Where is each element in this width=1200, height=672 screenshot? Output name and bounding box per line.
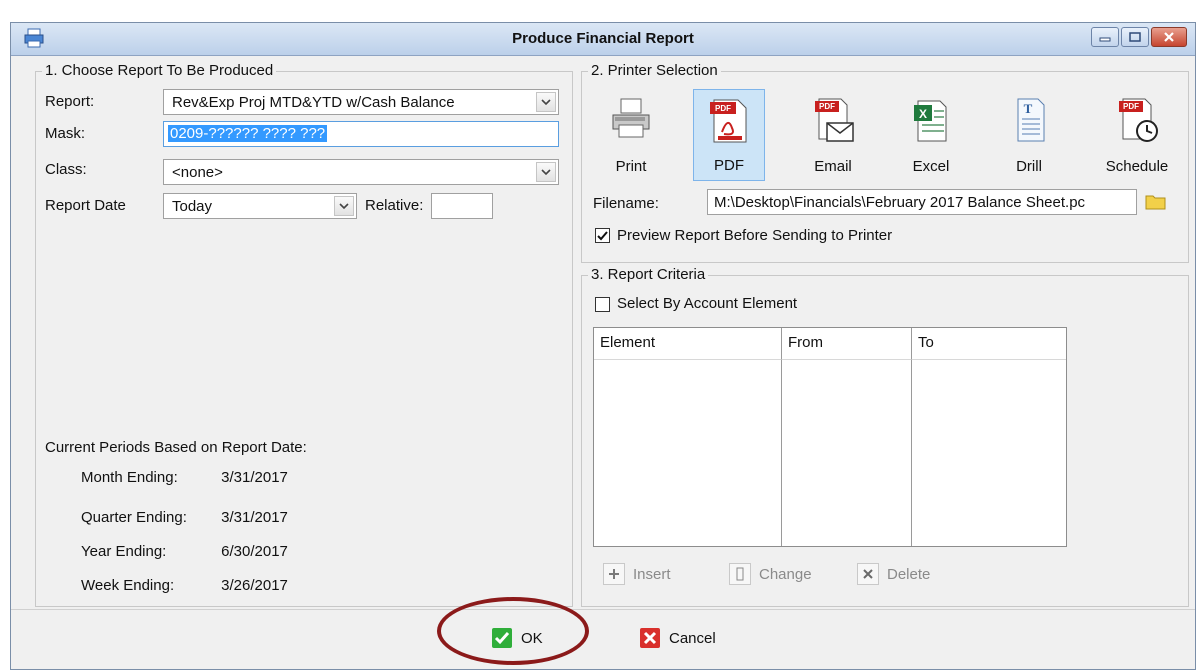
delete-icon <box>857 563 879 585</box>
maximize-icon <box>1129 32 1141 42</box>
minimize-button[interactable] <box>1091 27 1119 47</box>
column-header-element[interactable]: Element <box>594 328 782 360</box>
chevron-down-icon <box>339 202 349 209</box>
select-by-element-label: Select By Account Element <box>617 295 798 312</box>
change-icon <box>729 563 751 585</box>
report-date-value: Today <box>172 198 213 215</box>
filename-label: Filename: <box>593 195 659 212</box>
period-value: 3/31/2017 <box>221 509 288 526</box>
element-column <box>594 360 782 546</box>
svg-text:PDF: PDF <box>1123 102 1139 111</box>
excel-icon: X <box>914 100 947 142</box>
minimize-icon <box>1099 37 1111 42</box>
delete-button[interactable]: Delete <box>857 563 930 585</box>
print-button[interactable]: Print <box>595 89 667 181</box>
close-button[interactable] <box>1151 27 1187 47</box>
report-date-dropdown-button[interactable] <box>334 196 354 216</box>
ok-highlight-circle <box>437 597 589 665</box>
class-label: Class: <box>45 161 87 178</box>
report-date-label: Report Date <box>45 197 126 214</box>
filename-value: M:\Desktop\Financials\February 2017 Bala… <box>714 194 1086 211</box>
report-dropdown-button[interactable] <box>536 92 556 112</box>
report-label: Report: <box>45 93 95 110</box>
period-value: 6/30/2017 <box>221 543 288 560</box>
period-value: 3/26/2017 <box>221 577 288 594</box>
report-select[interactable]: Rev&Exp Proj MTD&YTD w/Cash Balance <box>163 89 559 115</box>
class-select[interactable]: <none> <box>163 159 559 185</box>
email-pdf-icon: PDF <box>815 98 854 142</box>
insert-button[interactable]: Insert <box>603 563 671 585</box>
period-label: Month Ending: <box>81 469 178 486</box>
excel-button[interactable]: X Excel <box>895 89 967 181</box>
title-bar: Produce Financial Report <box>11 23 1195 56</box>
period-row-quarter: Quarter Ending: 3/31/2017 <box>81 509 288 526</box>
printer-icon <box>612 98 650 138</box>
insert-label: Insert <box>633 565 671 583</box>
drill-button[interactable]: T Drill <box>993 89 1065 181</box>
pdf-icon: PDF <box>710 99 747 143</box>
class-select-value: <none> <box>172 164 223 181</box>
choose-report-legend: 1. Choose Report To Be Produced <box>42 62 277 79</box>
svg-text:T: T <box>1024 101 1033 116</box>
column-header-from[interactable]: From <box>782 328 912 360</box>
relative-input[interactable] <box>431 193 493 219</box>
checkmark-icon <box>597 231 608 241</box>
pdf-button[interactable]: PDF PDF <box>693 89 765 181</box>
period-row-year: Year Ending: 6/30/2017 <box>81 543 288 560</box>
chevron-down-icon <box>541 168 551 175</box>
mask-input[interactable]: 0209-?????? ???? ??? <box>163 121 559 147</box>
periods-heading: Current Periods Based on Report Date: <box>45 439 307 456</box>
mask-label: Mask: <box>45 125 86 142</box>
window-title: Produce Financial Report <box>512 30 694 47</box>
select-by-element-checkbox[interactable] <box>595 297 610 312</box>
schedule-button[interactable]: PDF Schedule <box>1093 89 1181 181</box>
change-label: Change <box>759 565 812 583</box>
preview-label: Preview Report Before Sending to Printer <box>617 227 893 244</box>
delete-label: Delete <box>887 565 931 583</box>
period-label: Quarter Ending: <box>81 509 187 526</box>
pdf-label: PDF <box>714 157 744 174</box>
email-label: Email <box>814 158 852 175</box>
report-date-select[interactable]: Today <box>163 193 357 219</box>
mask-input-value: 0209-?????? ???? ??? <box>168 125 328 142</box>
report-criteria-legend: 3. Report Criteria <box>588 266 709 283</box>
email-button[interactable]: PDF Email <box>797 89 869 181</box>
maximize-button[interactable] <box>1121 27 1149 47</box>
class-dropdown-button[interactable] <box>536 162 556 182</box>
period-row-month: Month Ending: 3/31/2017 <box>81 469 288 486</box>
preview-checkbox[interactable] <box>595 228 610 243</box>
period-value: 3/31/2017 <box>221 469 288 486</box>
produce-financial-report-dialog: Produce Financial Report 1. Choose Repor… <box>10 22 1196 670</box>
cancel-button[interactable]: Cancel <box>639 627 716 649</box>
drill-icon: T <box>1017 98 1045 142</box>
footer-divider <box>11 609 1195 610</box>
from-column <box>782 360 912 546</box>
choose-report-group: 1. Choose Report To Be Produced <box>35 62 573 607</box>
insert-icon <box>603 563 625 585</box>
excel-label: Excel <box>912 158 950 175</box>
cancel-x-icon <box>640 628 660 648</box>
print-label: Print <box>615 158 647 175</box>
period-label: Week Ending: <box>81 577 175 594</box>
window-controls <box>1089 27 1187 47</box>
change-button[interactable]: Change <box>729 563 812 585</box>
schedule-pdf-icon: PDF <box>1119 98 1158 142</box>
svg-text:PDF: PDF <box>715 104 731 113</box>
drill-label: Drill <box>1016 158 1042 175</box>
printer-selection-legend: 2. Printer Selection <box>588 62 721 79</box>
relative-label: Relative: <box>365 197 424 214</box>
folder-browse-icon[interactable] <box>1145 193 1167 211</box>
svg-text:X: X <box>919 107 927 121</box>
chevron-down-icon <box>541 98 551 105</box>
filename-input[interactable]: M:\Desktop\Financials\February 2017 Bala… <box>707 189 1137 215</box>
close-icon <box>1164 32 1174 42</box>
period-row-week: Week Ending: 3/26/2017 <box>81 577 288 594</box>
schedule-label: Schedule <box>1105 158 1169 175</box>
svg-text:PDF: PDF <box>819 102 835 111</box>
report-select-value: Rev&Exp Proj MTD&YTD w/Cash Balance <box>172 94 455 111</box>
criteria-table[interactable]: Element From To <box>593 327 1067 547</box>
column-header-to[interactable]: To <box>912 328 1066 360</box>
period-label: Year Ending: <box>81 543 167 560</box>
cancel-label: Cancel <box>669 629 716 647</box>
